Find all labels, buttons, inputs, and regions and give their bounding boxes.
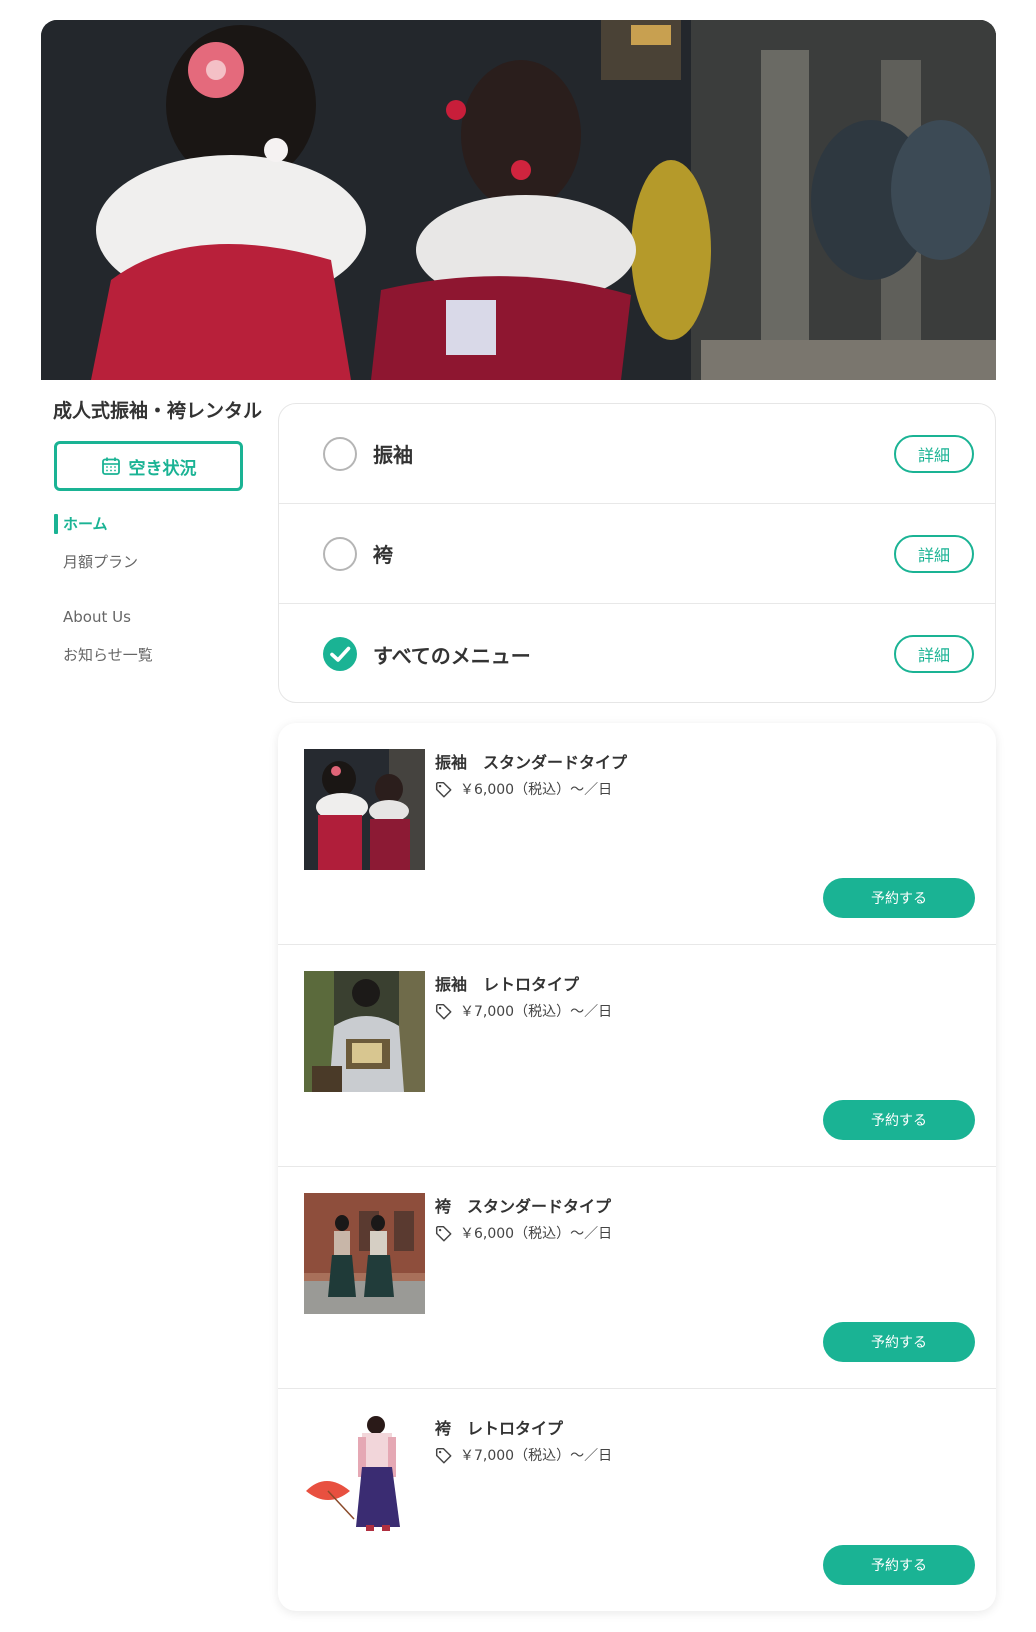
product-price: ￥7,000（税込）〜／日 [435,1001,612,1021]
product-thumbnail[interactable] [304,749,425,870]
product-price-text: ￥7,000（税込）〜／日 [460,1004,613,1020]
tag-icon [435,781,452,797]
product-name: 振袖 スタンダードタイプ [435,753,628,772]
radio-unchecked[interactable] [323,536,357,571]
furisode-standard-photo [304,749,425,870]
category-label: 振袖 [373,443,413,467]
category-option-hakama[interactable]: 袴 詳細 [279,504,995,604]
calendar-icon [101,457,120,475]
product-price-text: ￥7,000（税込）〜／日 [460,1448,613,1464]
check-icon [330,646,351,662]
product-item: 袴 スタンダードタイプ ￥6,000（税込）〜／日 予約する [278,1167,996,1389]
hero-image [41,20,996,380]
reserve-button[interactable]: 予約する [823,1100,975,1140]
product-list: 振袖 スタンダードタイプ ￥6,000（税込）〜／日 予約する 振袖 レトロタイ… [278,723,996,1611]
hakama-standard-photo [304,1193,425,1314]
product-price: ￥6,000（税込）〜／日 [435,779,612,799]
availability-button-label: 空き状況 [128,458,197,479]
hakama-retro-photo [304,1415,425,1536]
radio-unchecked[interactable] [323,436,357,471]
product-name: 袴 レトロタイプ [435,1419,564,1438]
reserve-button[interactable]: 予約する [823,1545,975,1585]
product-name: 振袖 レトロタイプ [435,975,580,994]
tag-icon [435,1225,452,1241]
category-label: 袴 [373,543,393,567]
product-item: 振袖 レトロタイプ ￥7,000（税込）〜／日 予約する [278,945,996,1167]
nav-item-news[interactable]: お知らせ一覧 [54,643,153,667]
detail-button[interactable]: 詳細 [894,635,974,673]
product-item: 振袖 スタンダードタイプ ￥6,000（税込）〜／日 予約する [278,723,996,945]
product-price: ￥7,000（税込）〜／日 [435,1445,612,1465]
product-price-text: ￥6,000（税込）〜／日 [460,1226,613,1242]
nav-item-monthly-plan[interactable]: 月額プラン [54,550,138,574]
reserve-button[interactable]: 予約する [823,1322,975,1362]
availability-button[interactable]: 空き状況 [54,441,243,491]
radio-checked[interactable] [323,637,357,671]
product-thumbnail[interactable] [304,1193,425,1314]
nav-item-about-us[interactable]: About Us [54,605,131,629]
product-item: 袴 レトロタイプ ￥7,000（税込）〜／日 予約する [278,1389,996,1611]
tag-icon [435,1447,452,1463]
product-name: 袴 スタンダードタイプ [435,1197,612,1216]
category-selector: 振袖 詳細 袴 詳細 すべてのメニュー 詳細 [278,403,996,703]
hero-photo [41,20,996,380]
category-label: すべてのメニュー [373,643,531,668]
tag-icon [435,1003,452,1019]
category-option-all[interactable]: すべてのメニュー 詳細 [279,604,995,704]
reserve-button[interactable]: 予約する [823,878,975,918]
product-thumbnail[interactable] [304,971,425,1092]
product-price-text: ￥6,000（税込）〜／日 [460,782,613,798]
detail-button[interactable]: 詳細 [894,434,974,473]
category-option-furisode[interactable]: 振袖 詳細 [279,404,995,504]
nav-item-home[interactable]: ホーム [54,512,108,536]
shop-title: 成人式振袖・袴レンタル [53,400,263,422]
furisode-retro-photo [304,971,425,1092]
product-thumbnail[interactable] [304,1415,425,1536]
detail-button[interactable]: 詳細 [894,534,974,573]
product-price: ￥6,000（税込）〜／日 [435,1223,612,1243]
